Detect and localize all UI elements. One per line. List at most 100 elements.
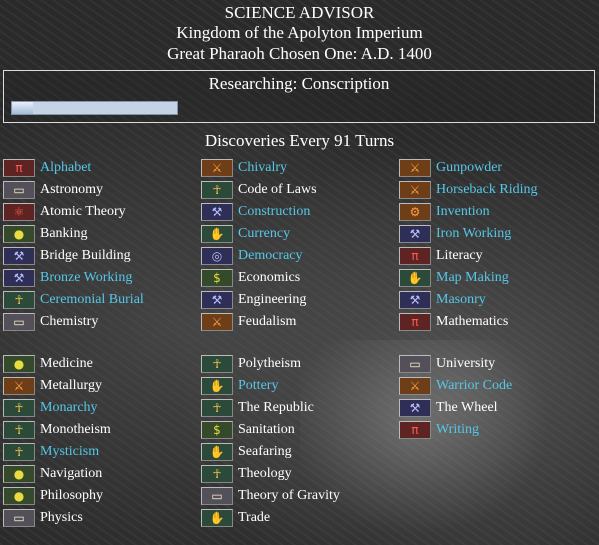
advance-gunpowder[interactable]: ⚔ Gunpowder [399,157,502,179]
banknote-icon: $ [201,421,233,439]
advance-masonry[interactable]: ⚒ Masonry [399,289,486,311]
advance-name: Pottery [238,378,279,393]
advance-horseback-riding[interactable]: ⚔ Horseback Riding [399,179,537,201]
advance-name: Horseback Riding [436,182,538,197]
wrench-icon: ⚒ [3,247,35,265]
advance-name: Physics [40,510,83,525]
wrench-icon: ⚒ [201,203,233,221]
advance-name: University [436,356,496,371]
advisor-title: SCIENCE ADVISOR [224,3,375,22]
wrench-icon: ⚒ [201,291,233,309]
advance-name: Polytheism [238,356,302,371]
advance-physics[interactable]: ▭ Physics [3,507,83,529]
advance-feudalism[interactable]: ⚔ Feudalism [201,311,296,333]
advance-construction[interactable]: ⚒ Construction [201,201,310,223]
advance-theology[interactable]: ☥ Theology [201,463,292,485]
magnifier-icon: ◎ [201,247,233,265]
advance-mysticism[interactable]: ☥ Mysticism [3,441,99,463]
advance-name: Gunpowder [436,160,503,175]
advance-medicine[interactable]: ● Medicine [3,353,93,375]
advance-iron-working[interactable]: ⚒ Iron Working [399,223,511,245]
advance-polytheism[interactable]: ☥ Polytheism [201,353,301,375]
advance-code-of-laws[interactable]: ☥ Code of Laws [201,179,317,201]
research-progress-fill [12,102,34,114]
advance-banking[interactable]: ● Banking [3,223,87,245]
advance-monotheism[interactable]: ☥ Monotheism [3,419,111,441]
advance-literacy[interactable]: π Literacy [399,245,483,267]
academic-icon: π [399,247,431,265]
book-icon: ▭ [3,509,35,527]
academic-icon: π [399,313,431,331]
advance-the-republic[interactable]: ☥ The Republic [201,397,314,419]
advance-warrior-code[interactable]: ⚔ Warrior Code [399,375,512,397]
ankh-icon: ☥ [201,355,233,373]
advance-name: Astronomy [40,182,103,197]
advance-name: Literacy [436,248,483,263]
advance-university[interactable]: ▭ University [399,353,495,375]
advance-name: Medicine [40,356,93,371]
advance-writing[interactable]: π Writing [399,419,479,441]
advance-name: Engineering [238,292,307,307]
advance-chivalry[interactable]: ⚔ Chivalry [201,157,287,179]
advance-ceremonial-burial[interactable]: ☥ Ceremonial Burial [3,289,144,311]
kingdom-name: Kingdom of the Apolyton Imperium [176,23,423,42]
advance-philosophy[interactable]: ● Philosophy [3,485,103,507]
advance-currency[interactable]: ✋ Currency [201,223,290,245]
advance-alphabet[interactable]: π Alphabet [3,157,91,179]
advance-pottery[interactable]: ✋ Pottery [201,375,278,397]
sword-icon: ⚔ [201,159,233,177]
hand-icon: ✋ [201,443,233,461]
ankh-icon: ☥ [3,421,35,439]
advance-name: Bronze Working [40,270,133,285]
advance-monarchy[interactable]: ☥ Monarchy [3,397,98,419]
ankh-icon: ☥ [201,181,233,199]
advance-name: Warrior Code [436,378,513,393]
advance-theory-of-gravity[interactable]: ▭ Theory of Gravity [201,485,340,507]
advance-mathematics[interactable]: π Mathematics [399,311,508,333]
advance-trade[interactable]: ✋ Trade [201,507,270,529]
hand-icon: ✋ [201,377,233,395]
advance-name: Mathematics [436,314,509,329]
coins-icon: ● [3,225,35,243]
advance-name: The Wheel [436,400,498,415]
advance-name: Writing [436,422,479,437]
advance-invention[interactable]: ⚙ Invention [399,201,490,223]
researching-label: Researching: Conscription [208,74,390,93]
advance-name: Bridge Building [40,248,131,263]
book-icon: ▭ [3,181,35,199]
advance-name: Trade [238,510,271,525]
academic-icon: π [399,421,431,439]
advance-engineering[interactable]: ⚒ Engineering [201,289,306,311]
advance-metallurgy[interactable]: ⚔ Metallurgy [3,375,102,397]
advance-atomic-theory[interactable]: ⚛ Atomic Theory [3,201,126,223]
wrench-icon: ⚒ [399,291,431,309]
advance-seafaring[interactable]: ✋ Seafaring [201,441,292,463]
sword-icon: ⚔ [201,313,233,331]
advance-name: Monarchy [40,400,98,415]
advance-bridge-building[interactable]: ⚒ Bridge Building [3,245,131,267]
wrench-icon: ⚒ [399,399,431,417]
advance-economics[interactable]: $ Economics [201,267,300,289]
advance-name: Atomic Theory [40,204,126,219]
advance-name: Feudalism [238,314,297,329]
gears-icon: ⚙ [399,203,431,221]
atom-icon: ⚛ [3,203,35,221]
ankh-icon: ☥ [3,399,35,417]
advance-sanitation[interactable]: $ Sanitation [201,419,295,441]
coins-icon: ● [3,487,35,505]
book-icon: ▭ [399,355,431,373]
advance-astronomy[interactable]: ▭ Astronomy [3,179,103,201]
advance-navigation[interactable]: ● Navigation [3,463,102,485]
advance-the-wheel[interactable]: ⚒ The Wheel [399,397,498,419]
advance-bronze-working[interactable]: ⚒ Bronze Working [3,267,132,289]
advance-map-making[interactable]: ✋ Map Making [399,267,509,289]
advance-chemistry[interactable]: ▭ Chemistry [3,311,98,333]
ankh-icon: ☥ [3,291,35,309]
advance-name: Masonry [436,292,486,307]
advance-name: Chemistry [40,314,99,329]
advance-name: Democracy [238,248,303,263]
advance-name: Alphabet [40,160,92,175]
sword-icon: ⚔ [399,181,431,199]
advance-democracy[interactable]: ◎ Democracy [201,245,303,267]
wrench-icon: ⚒ [399,225,431,243]
